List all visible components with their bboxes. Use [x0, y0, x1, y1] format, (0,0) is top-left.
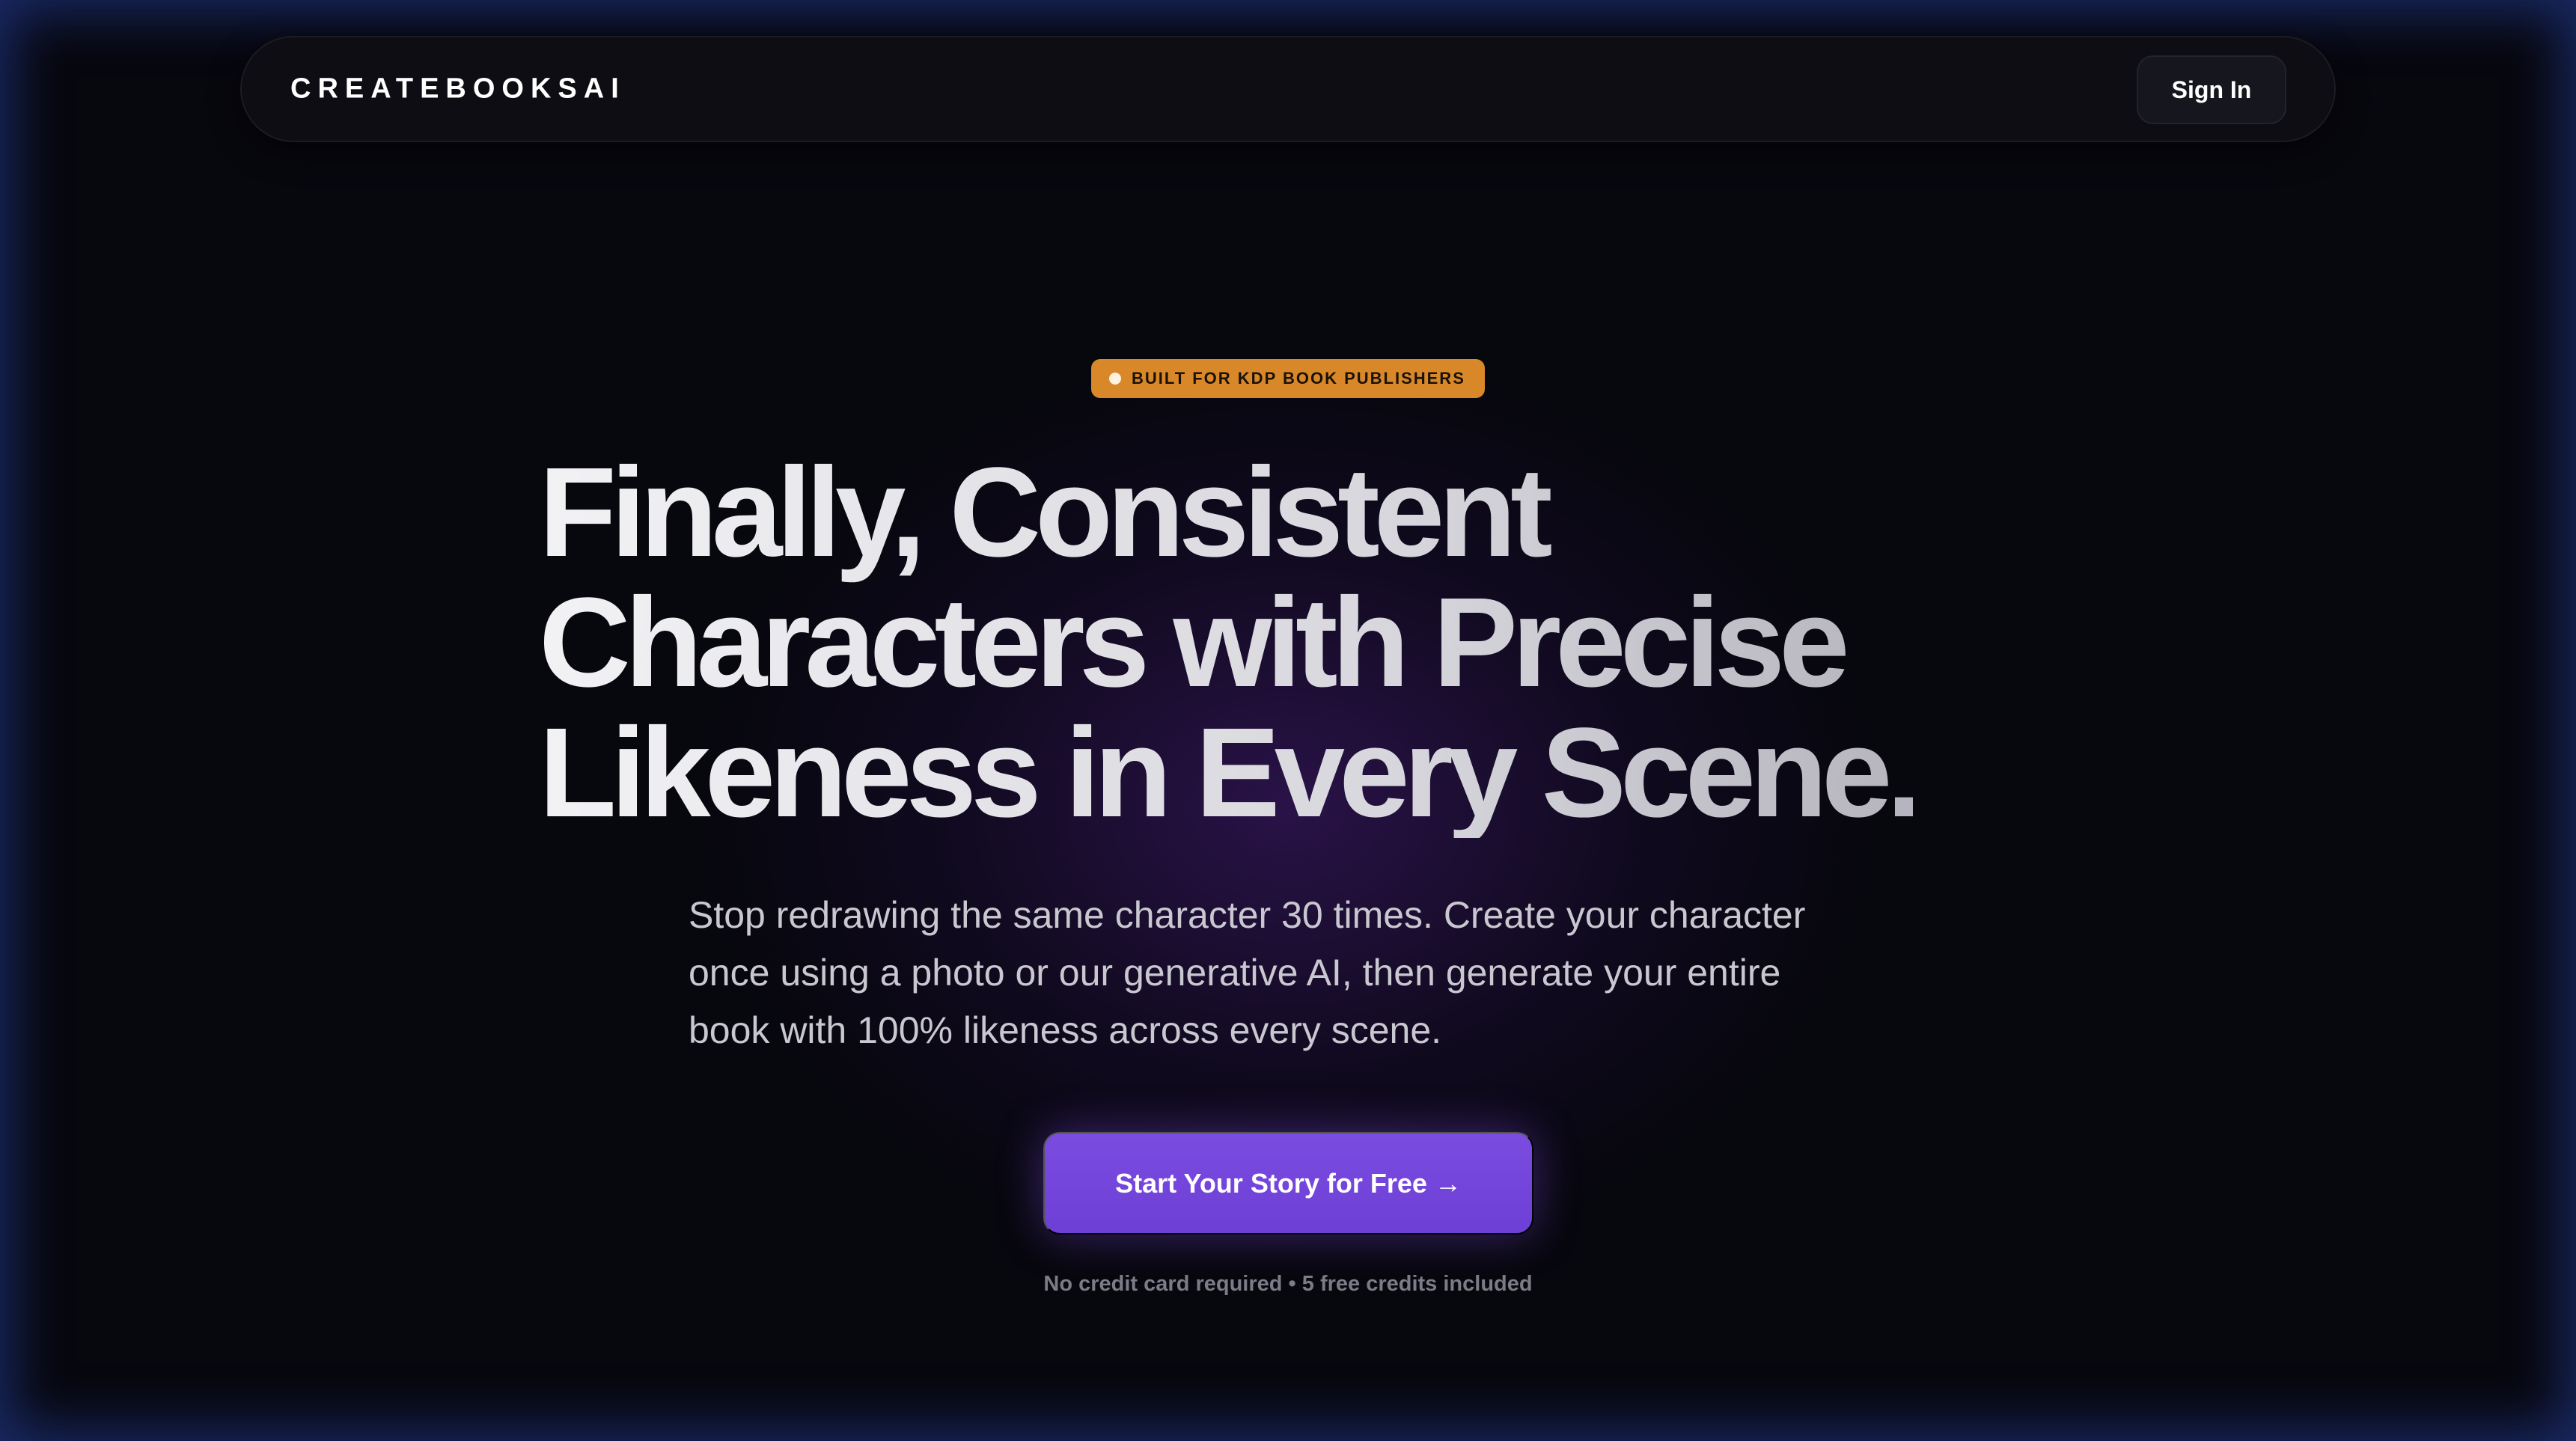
kdp-badge: BUILT FOR KDP BOOK PUBLISHERS: [1091, 359, 1485, 398]
top-navbar: CREATEBOOKSAI Sign In: [240, 36, 2336, 142]
sign-in-button[interactable]: Sign In: [2137, 55, 2286, 124]
start-story-button[interactable]: Start Your Story for Free →: [1043, 1132, 1533, 1235]
page-frame: CREATEBOOKSAI Sign In BUILT FOR KDP BOOK…: [0, 0, 2576, 1441]
headline-line: Likeness in Every Scene.: [539, 702, 1916, 844]
hero-subtitle: Stop redrawing the same character 30 tim…: [689, 887, 1901, 1059]
subtitle-line: Stop redrawing the same character 30 tim…: [689, 894, 1806, 936]
headline-line: Finally, Consistent: [539, 441, 1547, 584]
badge-label: BUILT FOR KDP BOOK PUBLISHERS: [1132, 369, 1465, 388]
hero-headline: Finally, Consistent Characters with Prec…: [539, 447, 2110, 838]
subtitle-line: once using a photo or our generative AI,…: [689, 952, 1781, 994]
badge-dot-icon: [1109, 373, 1121, 385]
brand-logo[interactable]: CREATEBOOKSAI: [290, 73, 626, 105]
subtitle-line: book with 100% likeness across every sce…: [689, 1009, 1442, 1051]
headline-line: Characters with Precise: [539, 572, 1844, 714]
credit-note: No credit card required • 5 free credits…: [1043, 1272, 1533, 1296]
